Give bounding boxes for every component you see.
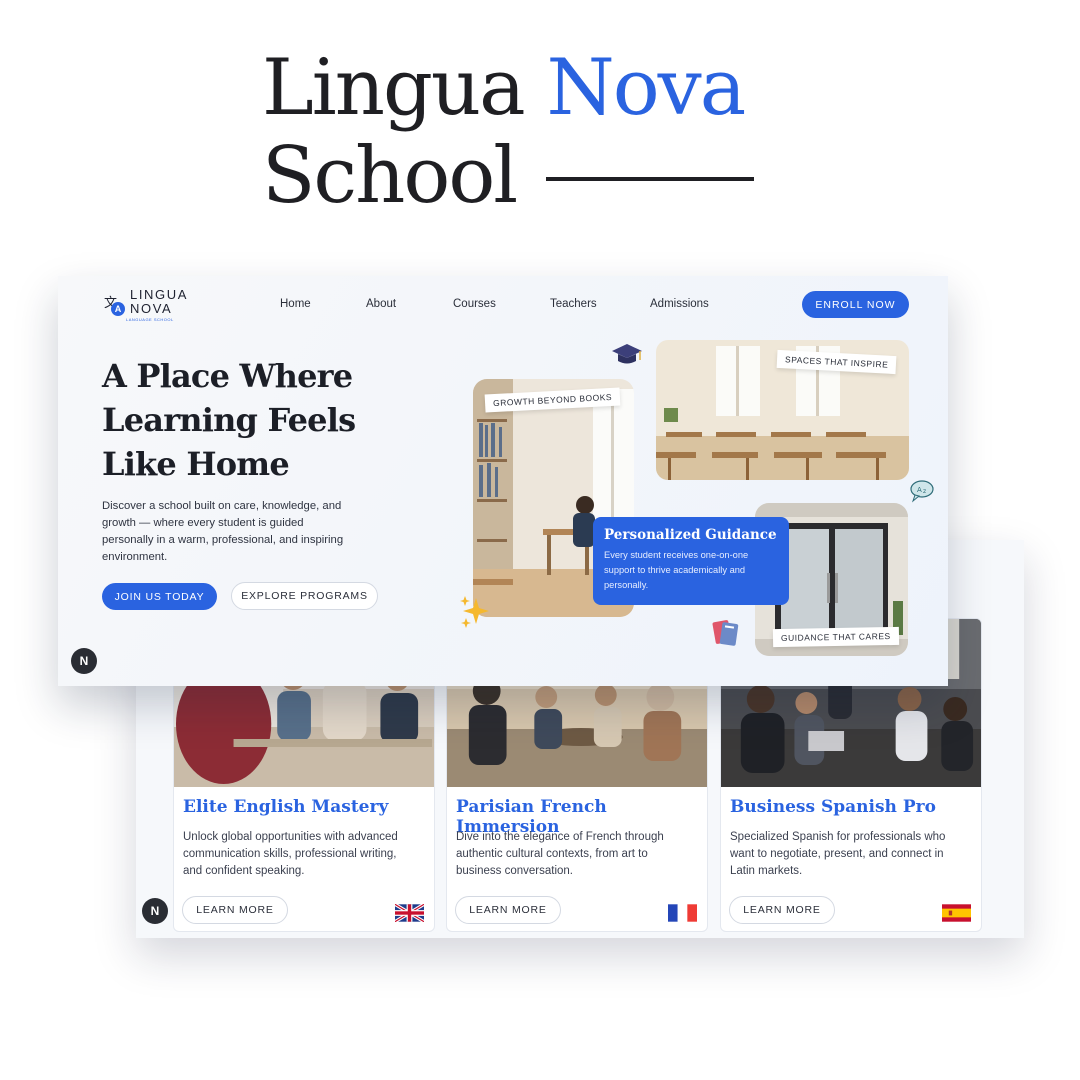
school-logo[interactable]: 文 A LINGUA NOVA LANGUAGE SCHOOL xyxy=(104,287,189,323)
brand-heading-accent: Nova xyxy=(546,43,746,133)
join-us-button[interactable]: JOIN US TODAY xyxy=(102,583,217,610)
enroll-now-button[interactable]: ENROLL NOW xyxy=(802,291,909,318)
sparkles-icon xyxy=(460,596,489,628)
france-flag-icon xyxy=(668,904,697,922)
brand-heading-rule xyxy=(546,177,755,181)
learn-more-button[interactable]: LEARN MORE xyxy=(455,896,561,924)
speech-bubble-icon: A z xyxy=(910,480,934,503)
brand-heading-school: School xyxy=(262,131,518,221)
brand-heading-prefix: Lingua xyxy=(262,43,526,133)
brand-heading-line2: School xyxy=(262,131,755,221)
guidance-title: Personalized Guidance xyxy=(604,527,777,543)
nav-admissions[interactable]: Admissions xyxy=(650,298,709,310)
nav-about[interactable]: About xyxy=(366,298,396,310)
n-badge[interactable]: N xyxy=(142,898,168,924)
hero-description: Discover a school built on care, knowled… xyxy=(102,500,344,563)
course-title: Business Spanish Pro xyxy=(730,797,936,817)
course-description: Unlock global opportunities with advance… xyxy=(183,831,398,877)
svg-text:z: z xyxy=(923,488,926,495)
personalized-guidance-card: Personalized Guidance Every student rece… xyxy=(593,517,789,605)
brand-heading-line1: Lingua Nova xyxy=(262,44,754,132)
logo-tagline: LANGUAGE SCHOOL xyxy=(126,317,174,322)
brand-heading: Lingua Nova School xyxy=(262,44,755,221)
svg-text:A: A xyxy=(917,486,922,494)
hero-section: 文 A LINGUA NOVA LANGUAGE SCHOOL Home Abo… xyxy=(58,276,948,686)
graduation-cap-icon xyxy=(612,344,642,364)
nav-home[interactable]: Home xyxy=(280,298,311,310)
books-icon xyxy=(712,620,739,646)
logo-line1: LINGUA xyxy=(130,287,189,302)
course-title: Elite English Mastery xyxy=(183,797,389,817)
course-description: Specialized Spanish for professionals wh… xyxy=(730,831,946,877)
nav-teachers[interactable]: Teachers xyxy=(550,298,597,310)
uk-flag-icon xyxy=(395,904,424,922)
guidance-tag: GUIDANCE THAT CARES xyxy=(772,626,899,648)
learn-more-button[interactable]: LEARN MORE xyxy=(729,896,835,924)
hero-title: A Place Where Learning Feels Like Home xyxy=(102,357,356,483)
logo-line2: NOVA xyxy=(130,301,173,316)
course-description: Dive into the elegance of French through… xyxy=(456,831,664,877)
n-badge[interactable]: N xyxy=(71,648,97,674)
explore-programs-button[interactable]: EXPLORE PROGRAMS xyxy=(231,582,378,610)
logo-mark-icon: 文 A xyxy=(104,292,126,320)
spain-flag-icon xyxy=(942,904,971,922)
guidance-text: Every student receives one-on-one suppor… xyxy=(604,550,749,590)
nav-courses[interactable]: Courses xyxy=(453,298,496,310)
learn-more-button[interactable]: LEARN MORE xyxy=(182,896,288,924)
